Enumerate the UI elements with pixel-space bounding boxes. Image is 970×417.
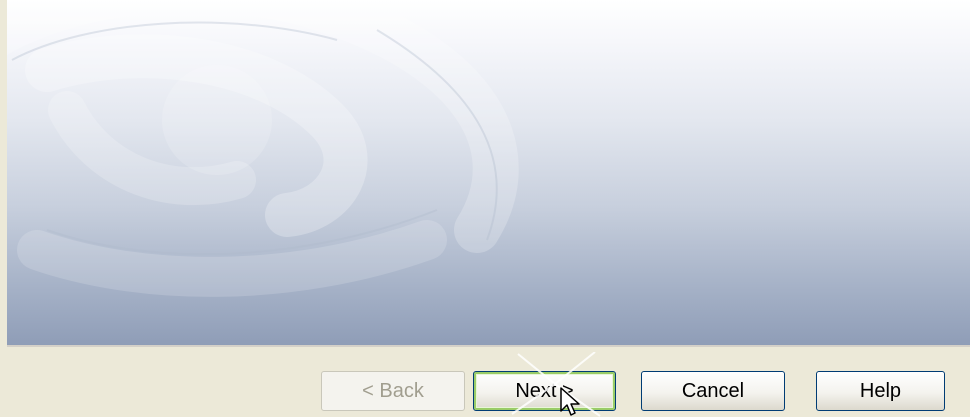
cancel-button[interactable]: Cancel	[641, 371, 785, 411]
wizard-window: < Back Next > Cancel Help	[0, 0, 970, 417]
help-button[interactable]: Help	[816, 371, 945, 411]
wizard-banner	[7, 0, 970, 345]
swirl-watermark	[7, 0, 519, 297]
next-button[interactable]: Next >	[473, 371, 616, 411]
back-button[interactable]: < Back	[321, 371, 465, 411]
